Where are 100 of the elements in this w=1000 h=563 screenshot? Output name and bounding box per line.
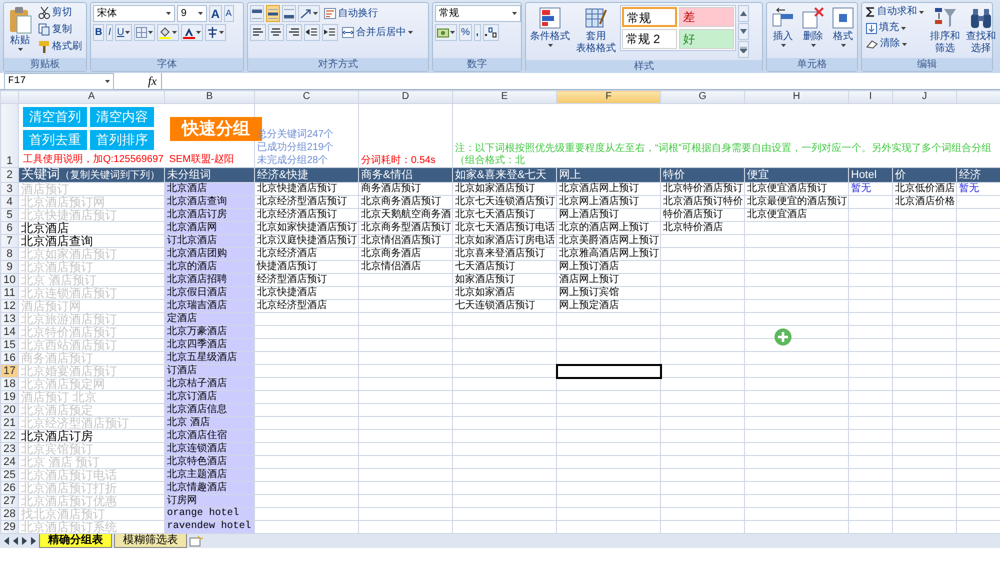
- grid-cell: 暂无: [848, 182, 892, 196]
- row-header[interactable]: 7: [0, 234, 18, 248]
- column-header[interactable]: H: [744, 90, 848, 104]
- function-label[interactable]: fx: [148, 72, 157, 90]
- row-header[interactable]: 12: [0, 300, 18, 312]
- scroll-first-sheet-icon[interactable]: [3, 537, 10, 545]
- cell-style-button[interactable]: 常规 2: [622, 29, 677, 49]
- cell-style-button[interactable]: 差: [679, 7, 734, 27]
- row-header[interactable]: 9: [0, 260, 18, 274]
- row-header[interactable]: 26: [0, 482, 18, 494]
- align-bottom-button[interactable]: [282, 5, 296, 22]
- orientation-button[interactable]: [298, 5, 320, 22]
- italic-button[interactable]: I: [106, 24, 114, 41]
- row-header[interactable]: 1: [0, 104, 18, 168]
- row-header[interactable]: 8: [0, 248, 18, 260]
- row-header[interactable]: 19: [0, 390, 18, 404]
- row-header[interactable]: 24: [0, 456, 18, 468]
- row-header[interactable]: 13: [0, 312, 18, 326]
- row-header[interactable]: 27: [0, 494, 18, 508]
- row-header[interactable]: 2: [0, 168, 18, 182]
- scroll-prev-sheet-icon[interactable]: [12, 537, 19, 545]
- column-header[interactable]: D: [358, 90, 452, 104]
- column-title: 特价: [660, 168, 744, 182]
- row-header[interactable]: 5: [0, 208, 18, 222]
- underline-button[interactable]: U: [115, 24, 132, 41]
- column-header[interactable]: I: [848, 90, 892, 104]
- copy-button[interactable]: 复制: [36, 22, 84, 37]
- column-header[interactable]: A: [18, 90, 164, 104]
- column-header[interactable]: B: [164, 90, 254, 104]
- clear-button[interactable]: 清除: [864, 37, 926, 51]
- name-box[interactable]: F17: [4, 72, 114, 90]
- table-format-button[interactable]: 套用 表格格式: [574, 5, 618, 56]
- wrap-text-button[interactable]: 自动换行: [322, 6, 380, 20]
- cell-style-button[interactable]: 常规: [622, 7, 677, 27]
- new-sheet-icon[interactable]: [189, 536, 203, 546]
- row-header[interactable]: 14: [0, 326, 18, 338]
- sort-filter-button[interactable]: 排序和 筛选: [928, 5, 962, 56]
- increase-indent-button[interactable]: [322, 24, 338, 41]
- row-header[interactable]: 18: [0, 378, 18, 390]
- scroll-up-button[interactable]: [738, 5, 749, 22]
- sheet-tab[interactable]: 精确分组表: [39, 534, 112, 548]
- column-header[interactable]: J: [892, 90, 956, 104]
- insert-cells-button[interactable]: 插入: [769, 5, 797, 48]
- comma-button[interactable]: ,: [474, 24, 481, 41]
- scroll-down-button[interactable]: [738, 23, 749, 40]
- row-header[interactable]: 11: [0, 286, 18, 300]
- row-header[interactable]: 17: [0, 364, 18, 378]
- align-right-button[interactable]: [286, 24, 302, 41]
- align-middle-button[interactable]: [266, 5, 280, 22]
- row-header[interactable]: 10: [0, 274, 18, 286]
- grow-font-button[interactable]: A: [209, 5, 222, 22]
- column-header[interactable]: C: [254, 90, 358, 104]
- row-header[interactable]: 25: [0, 468, 18, 482]
- font-color-button[interactable]: [181, 24, 204, 41]
- percent-button[interactable]: %: [459, 24, 472, 41]
- find-select-button[interactable]: 查找和 选择: [964, 5, 998, 56]
- fill-color-button[interactable]: [157, 24, 180, 41]
- merge-center-button[interactable]: 合并后居中: [340, 26, 415, 40]
- accounting-button[interactable]: [435, 24, 457, 41]
- row-header[interactable]: 15: [0, 338, 18, 352]
- format-cells-button[interactable]: 格式: [829, 5, 857, 48]
- number-format-field[interactable]: 常规: [435, 5, 521, 22]
- row-header[interactable]: 4: [0, 196, 18, 208]
- decrease-indent-button[interactable]: [304, 24, 320, 41]
- font-size-field[interactable]: 9: [177, 5, 207, 22]
- column-header[interactable]: G: [660, 90, 744, 104]
- scroll-last-sheet-icon[interactable]: [30, 537, 37, 545]
- fill-button[interactable]: 填充: [864, 21, 926, 35]
- cut-button[interactable]: 剪切: [36, 5, 84, 20]
- table-brush-icon: [584, 6, 608, 30]
- grid-cell: 北京酒店招聘: [164, 274, 254, 286]
- row-header[interactable]: 6: [0, 222, 18, 234]
- column-header[interactable]: F: [556, 90, 660, 104]
- row-header[interactable]: 21: [0, 416, 18, 430]
- autosum-button[interactable]: 自动求和: [864, 5, 926, 19]
- row-header[interactable]: 29: [0, 520, 18, 534]
- row-header[interactable]: 23: [0, 442, 18, 456]
- align-center-button[interactable]: [268, 24, 284, 41]
- caret-icon: [810, 44, 816, 47]
- bold-button[interactable]: B: [93, 24, 104, 41]
- scroll-next-sheet-icon[interactable]: [21, 537, 28, 545]
- conditional-format-button[interactable]: 条件格式: [528, 5, 572, 48]
- delete-cells-button[interactable]: 删除: [799, 5, 827, 48]
- increase-decimal-button[interactable]: [482, 24, 499, 41]
- sheet-tab[interactable]: 模糊筛选表: [114, 534, 187, 548]
- row-header[interactable]: 16: [0, 352, 18, 364]
- format-painter-button[interactable]: 格式刷: [36, 39, 84, 54]
- column-header[interactable]: E: [452, 90, 556, 104]
- gallery-more-button[interactable]: [738, 41, 749, 58]
- borders-button[interactable]: [134, 24, 156, 41]
- row-header[interactable]: 3: [0, 182, 18, 196]
- row-header[interactable]: 28: [0, 508, 18, 520]
- align-left-button[interactable]: [250, 24, 266, 41]
- row-header[interactable]: 20: [0, 404, 18, 416]
- shrink-font-button[interactable]: A: [224, 5, 234, 22]
- phonetic-button[interactable]: [205, 24, 226, 41]
- paste-button[interactable]: 粘贴: [6, 5, 34, 52]
- font-name-field[interactable]: 宋体: [93, 5, 175, 22]
- align-top-button[interactable]: [250, 5, 264, 22]
- row-header[interactable]: 22: [0, 430, 18, 442]
